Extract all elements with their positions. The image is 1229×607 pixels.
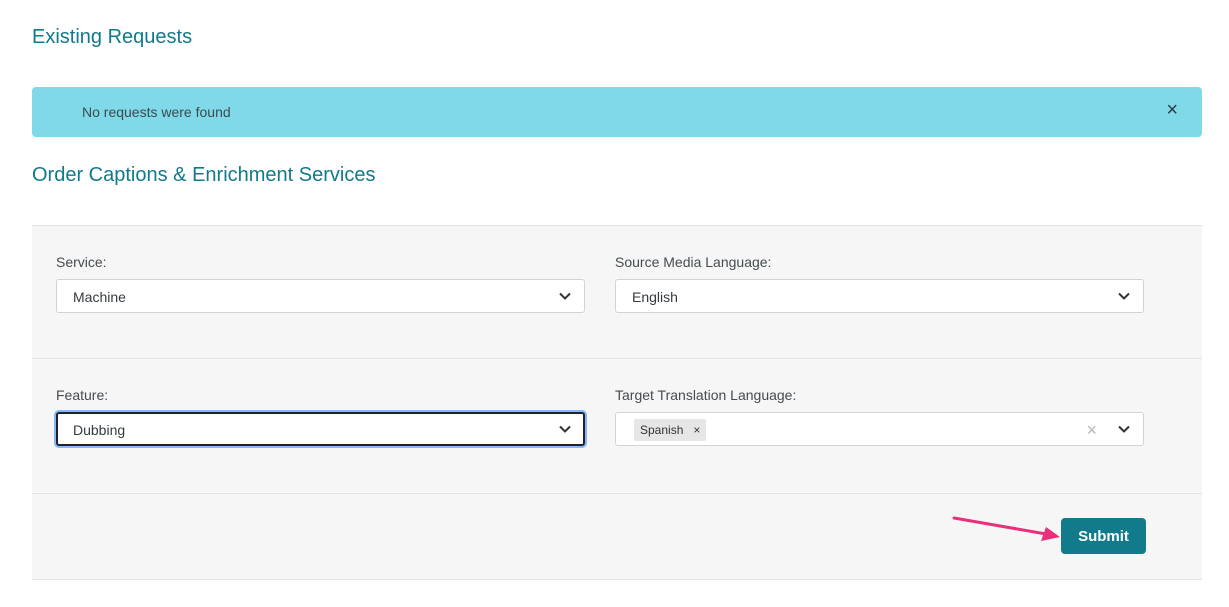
service-select[interactable]: Machine [56, 279, 585, 313]
close-icon[interactable]: × [1166, 99, 1178, 121]
order-services-title: Order Captions & Enrichment Services [32, 164, 376, 186]
remove-tag-icon[interactable]: × [693, 423, 700, 437]
source-language-select[interactable]: English [615, 279, 1144, 313]
form-row-divider [32, 358, 1202, 359]
chevron-down-icon [559, 425, 571, 433]
no-requests-alert: No requests were found × [32, 87, 1202, 137]
target-language-label: Target Translation Language: [615, 387, 797, 403]
chevron-down-icon[interactable] [1117, 422, 1131, 436]
chevron-down-icon [1118, 292, 1130, 300]
feature-select[interactable]: Dubbing [56, 412, 585, 446]
source-language-label: Source Media Language: [615, 254, 772, 270]
page: Existing Requests No requests were found… [0, 0, 1229, 607]
submit-button[interactable]: Submit [1061, 518, 1146, 554]
annotation-arrow-icon [952, 516, 1060, 541]
source-language-value: English [632, 289, 678, 305]
service-label: Service: [56, 254, 107, 270]
feature-label: Feature: [56, 387, 109, 403]
alert-message: No requests were found [82, 104, 231, 120]
service-value: Machine [73, 289, 126, 305]
existing-requests-title: Existing Requests [32, 26, 193, 48]
feature-value: Dubbing [73, 422, 126, 438]
clear-selection-icon[interactable]: × [1086, 420, 1097, 441]
chevron-down-icon [559, 292, 571, 300]
language-tag-spanish: Spanish × [634, 419, 707, 441]
tag-label: Spanish [640, 423, 684, 437]
form-row-divider [32, 493, 1202, 494]
target-language-multiselect[interactable]: Spanish × × [615, 412, 1144, 446]
